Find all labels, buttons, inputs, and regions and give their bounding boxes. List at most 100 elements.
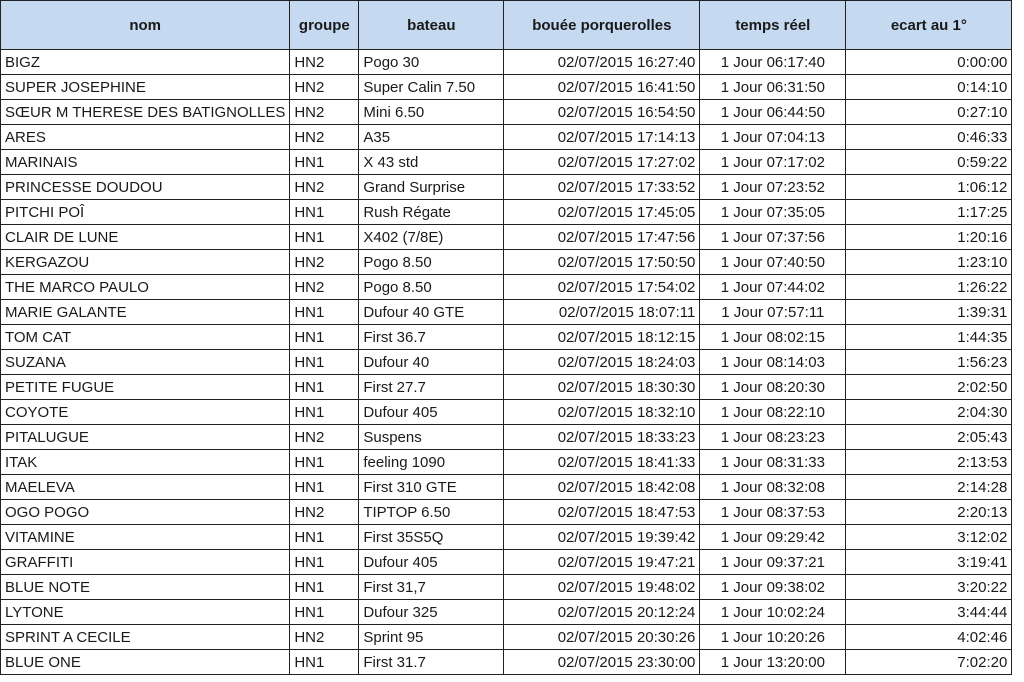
cell-bateau[interactable]: Dufour 405 xyxy=(358,549,505,575)
cell-bouee[interactable]: 02/07/2015 20:12:24 xyxy=(503,599,701,625)
cell-bouee[interactable]: 02/07/2015 18:30:30 xyxy=(503,374,701,400)
cell-bouee[interactable]: 02/07/2015 18:41:33 xyxy=(503,449,701,475)
cell-groupe[interactable]: HN1 xyxy=(289,324,360,350)
cell-bouee[interactable]: 02/07/2015 18:42:08 xyxy=(503,474,701,500)
cell-bouee[interactable]: 02/07/2015 17:27:02 xyxy=(503,149,701,175)
header-groupe[interactable]: groupe xyxy=(289,0,360,50)
header-bateau[interactable]: bateau xyxy=(358,0,505,50)
cell-ecart[interactable]: 1:44:35 xyxy=(845,324,1013,350)
cell-groupe[interactable]: HN2 xyxy=(289,49,360,75)
cell-temps[interactable]: 1 Jour 07:37:56 xyxy=(699,224,847,250)
cell-nom[interactable]: ARES xyxy=(0,124,291,150)
cell-bateau[interactable]: Dufour 405 xyxy=(358,399,505,425)
cell-temps[interactable]: 1 Jour 07:40:50 xyxy=(699,249,847,275)
cell-ecart[interactable]: 1:06:12 xyxy=(845,174,1013,200)
cell-groupe[interactable]: HN2 xyxy=(289,499,360,525)
cell-nom[interactable]: SPRINT A CECILE xyxy=(0,624,291,650)
cell-bateau[interactable]: First 35S5Q xyxy=(358,524,505,550)
cell-groupe[interactable]: HN2 xyxy=(289,424,360,450)
cell-bouee[interactable]: 02/07/2015 18:12:15 xyxy=(503,324,701,350)
cell-groupe[interactable]: HN2 xyxy=(289,249,360,275)
cell-ecart[interactable]: 2:14:28 xyxy=(845,474,1013,500)
cell-nom[interactable]: LYTONE xyxy=(0,599,291,625)
cell-nom[interactable]: SŒUR M THERESE DES BATIGNOLLES xyxy=(0,99,291,125)
cell-nom[interactable]: BIGZ xyxy=(0,49,291,75)
cell-ecart[interactable]: 0:46:33 xyxy=(845,124,1013,150)
cell-bateau[interactable]: First 31,7 xyxy=(358,574,505,600)
cell-temps[interactable]: 1 Jour 06:17:40 xyxy=(699,49,847,75)
cell-temps[interactable]: 1 Jour 07:57:11 xyxy=(699,299,847,325)
cell-nom[interactable]: OGO POGO xyxy=(0,499,291,525)
cell-temps[interactable]: 1 Jour 09:37:21 xyxy=(699,549,847,575)
cell-ecart[interactable]: 3:12:02 xyxy=(845,524,1013,550)
cell-bateau[interactable]: Pogo 8.50 xyxy=(358,249,505,275)
cell-nom[interactable]: BLUE ONE xyxy=(0,649,291,675)
cell-bouee[interactable]: 02/07/2015 16:27:40 xyxy=(503,49,701,75)
cell-bateau[interactable]: Dufour 325 xyxy=(358,599,505,625)
cell-groupe[interactable]: HN2 xyxy=(289,74,360,100)
cell-temps[interactable]: 1 Jour 09:29:42 xyxy=(699,524,847,550)
cell-bateau[interactable]: X402 (7/8E) xyxy=(358,224,505,250)
cell-temps[interactable]: 1 Jour 08:22:10 xyxy=(699,399,847,425)
cell-bouee[interactable]: 02/07/2015 19:48:02 xyxy=(503,574,701,600)
cell-temps[interactable]: 1 Jour 08:31:33 xyxy=(699,449,847,475)
cell-bouee[interactable]: 02/07/2015 18:07:11 xyxy=(503,299,701,325)
cell-bouee[interactable]: 02/07/2015 19:47:21 xyxy=(503,549,701,575)
cell-bateau[interactable]: First 27.7 xyxy=(358,374,505,400)
cell-groupe[interactable]: HN2 xyxy=(289,174,360,200)
cell-ecart[interactable]: 1:17:25 xyxy=(845,199,1013,225)
header-ecart[interactable]: ecart au 1° xyxy=(845,0,1013,50)
cell-groupe[interactable]: HN1 xyxy=(289,399,360,425)
cell-temps[interactable]: 1 Jour 10:20:26 xyxy=(699,624,847,650)
cell-nom[interactable]: MARINAIS xyxy=(0,149,291,175)
cell-temps[interactable]: 1 Jour 08:14:03 xyxy=(699,349,847,375)
cell-temps[interactable]: 1 Jour 07:04:13 xyxy=(699,124,847,150)
header-nom[interactable]: nom xyxy=(0,0,291,50)
cell-bouee[interactable]: 02/07/2015 17:45:05 xyxy=(503,199,701,225)
cell-bouee[interactable]: 02/07/2015 17:50:50 xyxy=(503,249,701,275)
cell-ecart[interactable]: 0:00:00 xyxy=(845,49,1013,75)
cell-temps[interactable]: 1 Jour 06:44:50 xyxy=(699,99,847,125)
cell-bateau[interactable]: First 310 GTE xyxy=(358,474,505,500)
cell-ecart[interactable]: 2:13:53 xyxy=(845,449,1013,475)
cell-bateau[interactable]: First 36.7 xyxy=(358,324,505,350)
cell-bateau[interactable]: First 31.7 xyxy=(358,649,505,675)
cell-ecart[interactable]: 3:20:22 xyxy=(845,574,1013,600)
cell-temps[interactable]: 1 Jour 07:23:52 xyxy=(699,174,847,200)
cell-groupe[interactable]: HN1 xyxy=(289,149,360,175)
cell-bateau[interactable]: X 43 std xyxy=(358,149,505,175)
cell-groupe[interactable]: HN1 xyxy=(289,374,360,400)
cell-groupe[interactable]: HN2 xyxy=(289,99,360,125)
cell-ecart[interactable]: 1:56:23 xyxy=(845,349,1013,375)
cell-bouee[interactable]: 02/07/2015 18:32:10 xyxy=(503,399,701,425)
cell-bateau[interactable]: Pogo 30 xyxy=(358,49,505,75)
cell-ecart[interactable]: 0:59:22 xyxy=(845,149,1013,175)
cell-bouee[interactable]: 02/07/2015 17:33:52 xyxy=(503,174,701,200)
cell-nom[interactable]: SUPER JOSEPHINE xyxy=(0,74,291,100)
cell-nom[interactable]: BLUE NOTE xyxy=(0,574,291,600)
cell-bateau[interactable]: Dufour 40 GTE xyxy=(358,299,505,325)
cell-groupe[interactable]: HN1 xyxy=(289,474,360,500)
cell-nom[interactable]: TOM CAT xyxy=(0,324,291,350)
cell-temps[interactable]: 1 Jour 07:35:05 xyxy=(699,199,847,225)
cell-ecart[interactable]: 4:02:46 xyxy=(845,624,1013,650)
cell-temps[interactable]: 1 Jour 08:20:30 xyxy=(699,374,847,400)
cell-ecart[interactable]: 2:02:50 xyxy=(845,374,1013,400)
cell-groupe[interactable]: HN1 xyxy=(289,224,360,250)
cell-groupe[interactable]: HN1 xyxy=(289,599,360,625)
cell-temps[interactable]: 1 Jour 07:44:02 xyxy=(699,274,847,300)
cell-groupe[interactable]: HN1 xyxy=(289,449,360,475)
cell-bateau[interactable]: Dufour 40 xyxy=(358,349,505,375)
cell-groupe[interactable]: HN1 xyxy=(289,524,360,550)
cell-bouee[interactable]: 02/07/2015 19:39:42 xyxy=(503,524,701,550)
cell-nom[interactable]: ITAK xyxy=(0,449,291,475)
header-bouee[interactable]: bouée porquerolles xyxy=(503,0,701,50)
cell-bouee[interactable]: 02/07/2015 16:54:50 xyxy=(503,99,701,125)
cell-nom[interactable]: CLAIR DE LUNE xyxy=(0,224,291,250)
cell-ecart[interactable]: 2:04:30 xyxy=(845,399,1013,425)
cell-ecart[interactable]: 1:39:31 xyxy=(845,299,1013,325)
cell-ecart[interactable]: 1:23:10 xyxy=(845,249,1013,275)
cell-bouee[interactable]: 02/07/2015 16:41:50 xyxy=(503,74,701,100)
cell-temps[interactable]: 1 Jour 08:02:15 xyxy=(699,324,847,350)
cell-bouee[interactable]: 02/07/2015 17:54:02 xyxy=(503,274,701,300)
